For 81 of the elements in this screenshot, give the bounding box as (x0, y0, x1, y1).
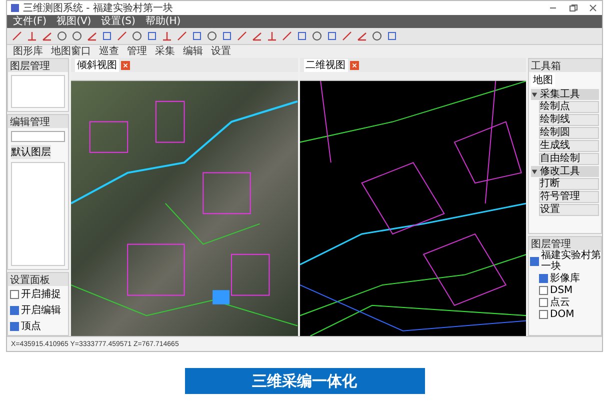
caret-icon[interactable] (531, 168, 538, 175)
circle-icon[interactable] (206, 30, 218, 42)
tool-button[interactable]: 打断 (539, 178, 599, 190)
square-icon[interactable] (101, 30, 113, 42)
toolbar-item[interactable]: 采集 (155, 45, 175, 58)
circle-icon[interactable] (311, 30, 323, 42)
search-field[interactable] (11, 131, 65, 142)
tool-button[interactable]: 生成线 (539, 140, 599, 152)
tree-item[interactable]: 福建实验村第一块 (541, 250, 601, 272)
checkbox-label: 顶点 (21, 320, 41, 333)
tree-item[interactable]: DSM (550, 284, 573, 296)
circle-icon[interactable] (71, 30, 83, 42)
line-icon[interactable] (11, 30, 23, 42)
menu-item[interactable]: 文件(F) (13, 15, 47, 28)
square-icon[interactable] (326, 30, 338, 42)
tool-button[interactable]: 绘制点 (539, 101, 599, 113)
toolbar-item[interactable]: 地图窗口 (51, 45, 91, 58)
angle-icon[interactable] (251, 30, 263, 42)
line-icon[interactable] (281, 30, 293, 42)
square-icon[interactable] (386, 30, 398, 42)
angle-icon[interactable] (356, 30, 368, 42)
checkbox[interactable] (10, 322, 19, 330)
tool-button[interactable]: 设置 (539, 204, 599, 216)
layer-label: 默认图层 (11, 145, 51, 159)
close-icon[interactable] (350, 60, 358, 70)
menu-item[interactable]: 视图(V) (56, 15, 92, 28)
tool-button[interactable]: 绘制线 (539, 114, 599, 126)
layer-grid (11, 75, 65, 108)
checkbox[interactable] (539, 298, 548, 306)
panel-title: 工具箱 (531, 60, 561, 72)
toolbar-item[interactable]: 图形库 (13, 45, 43, 58)
restore-icon[interactable] (568, 3, 578, 13)
checkbox[interactable] (539, 310, 548, 318)
circle-icon[interactable] (131, 30, 143, 42)
tool-button[interactable]: 自由绘制 (539, 153, 599, 165)
checkbox[interactable] (539, 286, 548, 294)
app-icon (11, 4, 19, 12)
view-tab[interactable]: 倾斜视图 (75, 58, 119, 72)
circle-icon[interactable] (371, 30, 383, 42)
panel-title: 设置面板 (10, 274, 50, 286)
circle-icon[interactable] (56, 30, 68, 42)
tree-item[interactable]: DOM (550, 308, 574, 320)
panel-title: 图层管理 (531, 238, 571, 250)
square-icon[interactable] (296, 30, 308, 42)
caption-banner: 三维采编一体化 (184, 368, 424, 394)
square-icon[interactable] (221, 30, 233, 42)
checkbox[interactable] (10, 290, 19, 298)
close-icon[interactable] (121, 60, 130, 70)
checkbox-label: 开启编辑 (21, 304, 61, 317)
line-icon[interactable] (341, 30, 353, 42)
checkbox-label: 开启捕捉 (21, 288, 61, 301)
panel-title: 图层管理 (10, 60, 50, 72)
line-icon[interactable] (176, 30, 188, 42)
toolbar-item[interactable]: 编辑 (183, 45, 203, 58)
square-icon[interactable] (146, 30, 158, 42)
toolbar-item[interactable]: 管理 (127, 45, 147, 58)
line-icon[interactable] (236, 30, 248, 42)
window-title: 三维测图系统 - 福建实验村第一块 (23, 2, 173, 15)
angle-icon[interactable] (86, 30, 98, 42)
tool-button[interactable]: 符号管理 (539, 191, 599, 203)
toolbox-tab[interactable]: 地图 (531, 73, 555, 87)
perp-icon[interactable] (26, 30, 38, 42)
checkbox[interactable] (530, 256, 539, 266)
panel-title: 编辑管理 (10, 116, 50, 128)
square-icon[interactable] (191, 30, 203, 42)
toolbar-item[interactable]: 巡查 (99, 45, 119, 58)
view-tab[interactable]: 二维视图 (304, 58, 348, 72)
caret-icon[interactable] (531, 91, 538, 98)
checkbox[interactable] (10, 306, 19, 314)
checkbox[interactable] (539, 274, 548, 282)
tree-item[interactable]: 点云 (550, 296, 570, 308)
angle-icon[interactable] (41, 30, 53, 42)
line-icon[interactable] (116, 30, 128, 42)
perp-icon[interactable] (161, 30, 173, 42)
menu-item[interactable]: 帮助(H) (145, 15, 181, 28)
tool-button[interactable]: 绘制圆 (539, 127, 599, 139)
tree-item[interactable]: 影像库 (550, 272, 580, 284)
close-icon[interactable] (588, 3, 598, 13)
perp-icon[interactable] (266, 30, 278, 42)
toolbar-item[interactable]: 设置 (211, 45, 231, 58)
menu-item[interactable]: 设置(S) (101, 15, 136, 28)
